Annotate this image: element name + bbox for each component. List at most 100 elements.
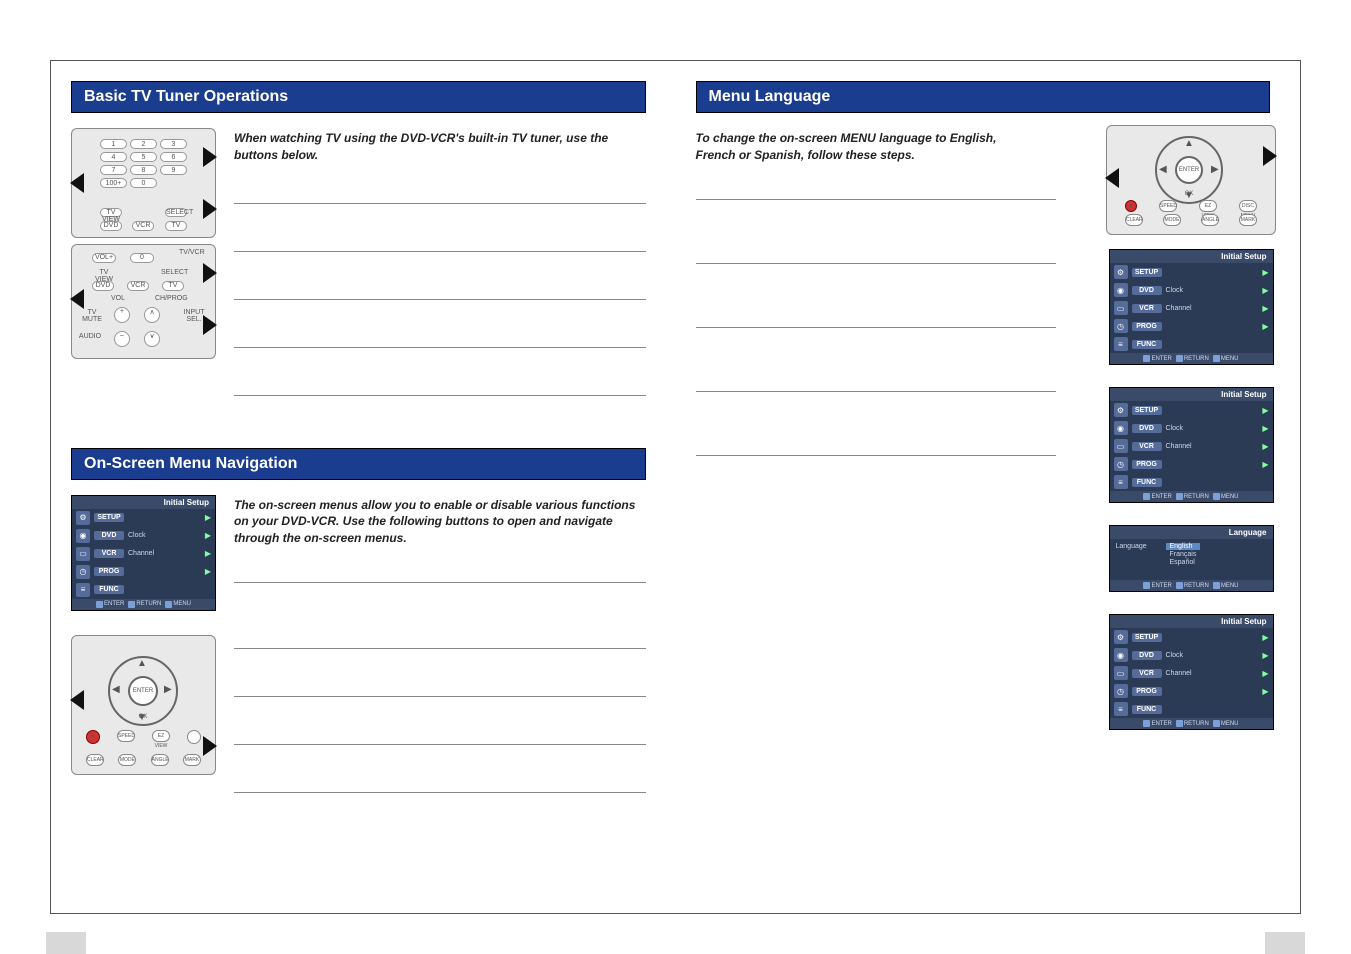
- osd-footer-menu: MENU: [1221, 721, 1239, 727]
- mark-button: MARK: [183, 754, 201, 766]
- key-6: 6: [160, 152, 187, 162]
- vol-plus-pill: VOL+: [92, 253, 116, 263]
- tv-view-label-2: TV VIEW: [92, 269, 116, 278]
- osd-tab-dvd: DVD: [94, 531, 124, 540]
- keypad-grid: 1 2 3 4 5 6 7 8 9 100+ 0: [100, 139, 187, 188]
- osd-item-clock: Clock: [1166, 287, 1259, 294]
- osd-tab-setup: SETUP: [1132, 268, 1162, 277]
- disc-menu-button: DISC MENU: [1239, 200, 1257, 212]
- select-label: SELECT: [165, 208, 187, 217]
- play-icon: ▶: [1262, 406, 1268, 415]
- osd-tab-prog: PROG: [94, 567, 124, 576]
- vcr-pill: VCR: [132, 221, 154, 231]
- play-icon: ▶: [205, 549, 211, 558]
- gear-icon: ⚙: [1114, 403, 1128, 417]
- blank-line: [696, 238, 1056, 264]
- osd-initial-setup-1: Initial Setup ⚙SETUP▶ ◉DVDClock▶ ▭VCRCha…: [1109, 249, 1274, 365]
- blank-line: [234, 671, 646, 697]
- callout-arrow-icon: [70, 289, 84, 309]
- osd-footer-menu: MENU: [1221, 356, 1239, 362]
- osd-item-channel: Channel: [1166, 670, 1259, 677]
- ch-down-button: ∨: [144, 331, 160, 347]
- play-icon: ▶: [205, 531, 211, 540]
- play-icon: ▶: [1262, 651, 1268, 660]
- up-arrow-icon: ▲: [137, 658, 147, 669]
- callout-arrow-icon: [203, 199, 217, 219]
- tv-pill-2: TV: [162, 281, 184, 291]
- osd-footer-menu: MENU: [1221, 494, 1239, 500]
- mode-button: MODE: [118, 754, 136, 766]
- remote-nav-illustration: ENTER OK ▲ ▼ ◀ ▶ ● SPEED EZ VIEW CLEAR M…: [71, 635, 216, 775]
- clock-icon: ◷: [1114, 457, 1128, 471]
- page-tab-left: [46, 932, 86, 954]
- play-icon: ▶: [1262, 424, 1268, 433]
- blank-line: [696, 366, 1056, 392]
- clock-icon: ◷: [76, 565, 90, 579]
- section-title-basic-tv: Basic TV Tuner Operations: [71, 81, 646, 113]
- key-3: 3: [160, 139, 187, 149]
- left-arrow-icon: ◀: [112, 684, 120, 695]
- osd-tab-setup: SETUP: [1132, 633, 1162, 642]
- disc-icon: ◉: [76, 529, 90, 543]
- angle-button: ANGLE: [1201, 214, 1219, 226]
- osd-tab-vcr: VCR: [94, 549, 124, 558]
- osd-tab-setup: SETUP: [1132, 406, 1162, 415]
- left-arrow-icon: ◀: [1159, 164, 1167, 175]
- osd-footer-enter: ENTER: [1151, 494, 1171, 500]
- play-icon: ▶: [1262, 442, 1268, 451]
- osd-header: Initial Setup: [72, 496, 215, 509]
- left-page: Basic TV Tuner Operations 1 2 3 4 5 6 7: [51, 61, 676, 913]
- minus-button: –: [114, 331, 130, 347]
- callout-arrow-icon: [1263, 146, 1277, 166]
- key-4: 4: [100, 152, 127, 162]
- audio-label: AUDIO: [78, 333, 102, 343]
- blank-line: [234, 226, 646, 252]
- osd-footer-enter: ENTER: [1151, 721, 1171, 727]
- remote-keypad-illustration: 1 2 3 4 5 6 7 8 9 100+ 0 TV VIEW SEL: [71, 128, 216, 238]
- key-2: 2: [130, 139, 157, 149]
- osd-footer-return: RETURN: [1184, 583, 1209, 589]
- callout-arrow-icon: [203, 736, 217, 756]
- play-icon: ▶: [1262, 304, 1268, 313]
- osd-tab-func: FUNC: [1132, 705, 1162, 714]
- osd-tab-prog: PROG: [1132, 687, 1162, 696]
- callout-arrow-icon: [1105, 168, 1119, 188]
- tv-pill: TV: [165, 221, 187, 231]
- up-arrow-icon: ▲: [1184, 138, 1194, 149]
- disc-menu-button: [187, 730, 201, 744]
- clear-button: CLEAR: [86, 754, 104, 766]
- dvd-pill: DVD: [100, 221, 122, 231]
- gear-icon: ⚙: [76, 511, 90, 525]
- menu-language-intro: To change the on-screen MENU language to…: [696, 128, 1026, 164]
- tv-view-label: TV VIEW: [100, 208, 122, 217]
- tape-icon: ▭: [1114, 666, 1128, 680]
- play-icon: ▶: [1262, 687, 1268, 696]
- osd-footer-menu: MENU: [1221, 583, 1239, 589]
- section2-intro-text: The on-screen menus allow you to enable …: [234, 495, 646, 547]
- section-title-onscreen-nav: On-Screen Menu Navigation: [71, 448, 646, 480]
- disc-icon: ◉: [1114, 648, 1128, 662]
- blank-line: [234, 557, 646, 583]
- blank-line: [234, 178, 646, 204]
- osd-footer-return: RETURN: [1184, 494, 1209, 500]
- ch-prog-label: CH/PROG: [155, 295, 185, 303]
- disc-icon: ◉: [1114, 421, 1128, 435]
- mode-button: MODE: [1163, 214, 1181, 226]
- osd-initial-setup-3: Initial Setup ⚙SETUP▶ ◉DVDClock▶ ▭VCRCha…: [1109, 614, 1274, 730]
- clear-button: CLEAR: [1125, 214, 1143, 226]
- key-100plus: 100+: [100, 178, 127, 188]
- blank-line: [234, 719, 646, 745]
- play-icon: ▶: [1262, 286, 1268, 295]
- enter-ok-button: ENTER OK: [1175, 156, 1203, 184]
- blank-line: [234, 370, 646, 396]
- osd-header: Initial Setup: [1110, 615, 1273, 628]
- osd-tab-prog: PROG: [1132, 322, 1162, 331]
- tape-icon: ▭: [76, 547, 90, 561]
- osd-footer-menu: MENU: [165, 601, 191, 608]
- blank-line: [234, 623, 646, 649]
- key-1: 1: [100, 139, 127, 149]
- section1-intro-row: 1 2 3 4 5 6 7 8 9 100+ 0 TV VIEW SEL: [71, 128, 646, 418]
- callout-arrow-icon: [70, 690, 84, 710]
- manual-spread: Basic TV Tuner Operations 1 2 3 4 5 6 7: [50, 60, 1301, 914]
- angle-button: ANGLE: [151, 754, 169, 766]
